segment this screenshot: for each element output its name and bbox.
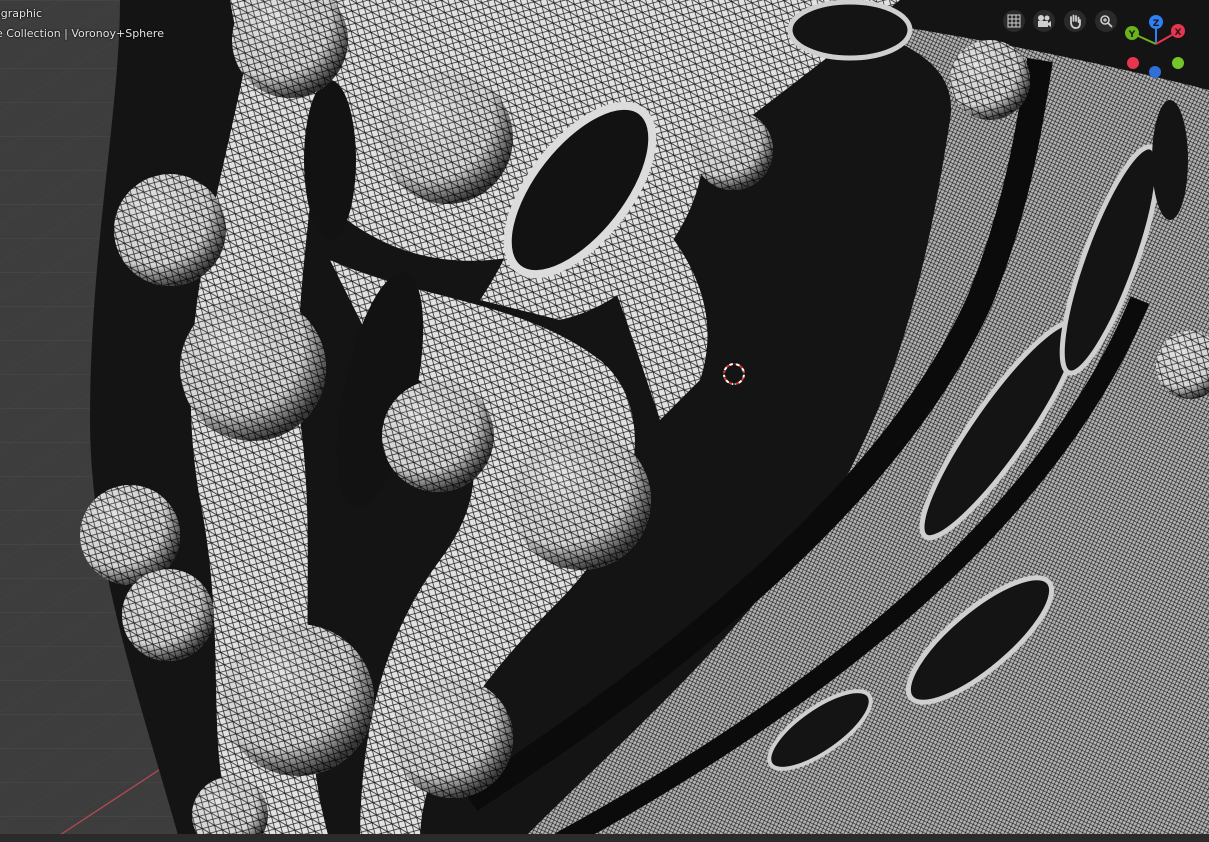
sphere[interactable] (114, 174, 226, 286)
zoom-icon[interactable] (1095, 10, 1117, 32)
svg-text:Y: Y (1128, 30, 1136, 40)
gizmo-neg-y[interactable] (1172, 57, 1184, 69)
sphere[interactable] (381, 72, 513, 204)
sphere[interactable] (382, 380, 494, 492)
sphere[interactable] (180, 295, 326, 441)
3d-viewport[interactable]: Z Y X (0, 0, 1209, 842)
gizmo-neg-x[interactable] (1127, 57, 1139, 69)
pan-hand-icon[interactable] (1064, 10, 1086, 32)
sphere[interactable] (122, 569, 214, 661)
collection-label: e Collection | Voronoy+Sphere (0, 27, 164, 40)
camera-icon[interactable] (1033, 10, 1055, 32)
sphere[interactable] (693, 110, 773, 190)
view-mode-label: ographic (0, 7, 43, 20)
sphere[interactable] (393, 678, 513, 798)
sphere[interactable] (511, 430, 651, 570)
sphere[interactable] (950, 40, 1030, 120)
sphere[interactable] (222, 624, 374, 776)
svg-text:Z: Z (1153, 19, 1160, 29)
svg-text:X: X (1175, 28, 1182, 38)
gizmo-neg-z[interactable] (1149, 66, 1161, 78)
viewport-bottom-edge (0, 834, 1209, 842)
grid-toggle-icon[interactable] (1003, 10, 1025, 32)
